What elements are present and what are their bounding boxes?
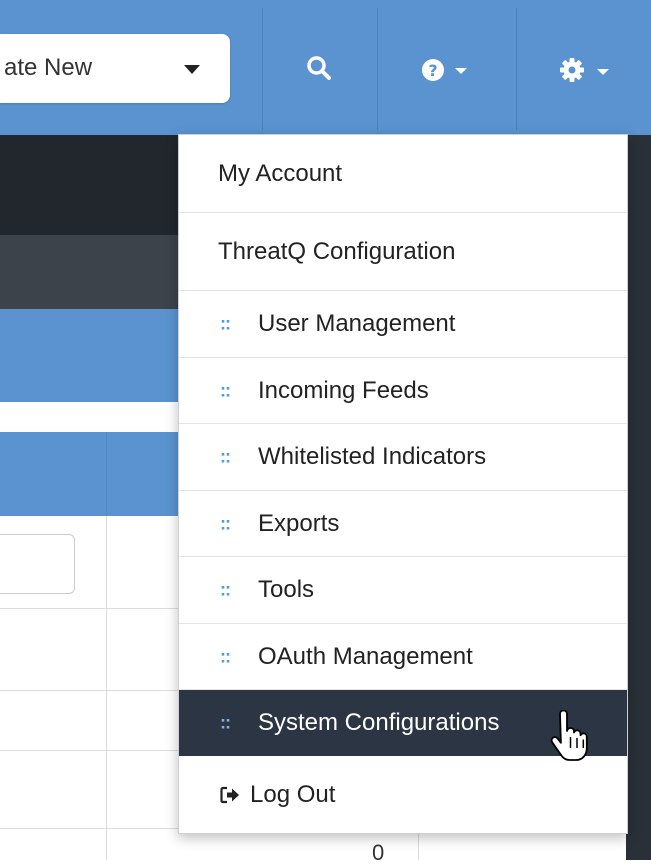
help-menu-button[interactable]: ? — [378, 8, 516, 130]
menu-item-whitelisted-indicators[interactable]: :: Whitelisted Indicators — [179, 424, 627, 491]
submenu-bullet-icon: :: — [220, 313, 231, 334]
search-icon — [307, 56, 331, 80]
create-new-label: ate New — [4, 54, 93, 81]
caret-down-icon — [455, 68, 467, 74]
hand-pointer-icon — [550, 710, 588, 761]
menu-item-label: Exports — [258, 509, 340, 537]
menu-item-oauth-management[interactable]: :: OAuth Management — [179, 624, 627, 690]
menu-item-exports[interactable]: :: Exports — [179, 491, 627, 557]
submenu-bullet-icon: :: — [220, 380, 231, 400]
menu-item-label: My Account — [218, 159, 343, 187]
gear-icon — [560, 58, 584, 82]
menu-item-log-out[interactable]: Log Out — [179, 756, 627, 833]
menu-item-label: Whitelisted Indicators — [258, 443, 487, 470]
menu-item-tools[interactable]: :: Tools — [179, 557, 627, 624]
search-button[interactable] — [263, 8, 377, 130]
table-column-line — [106, 516, 107, 860]
submenu-bullet-icon: :: — [220, 513, 231, 533]
submenu-bullet-icon: :: — [220, 646, 231, 666]
create-new-select[interactable]: ate New — [0, 34, 230, 103]
submenu-bullet-icon: :: — [220, 579, 231, 600]
page-right-edge — [626, 135, 651, 860]
menu-item-label: OAuth Management — [258, 642, 473, 670]
settings-menu-button[interactable] — [517, 8, 651, 130]
table-filter-input[interactable] — [0, 534, 75, 594]
caret-down-icon — [597, 69, 609, 75]
menu-item-label: ThreatQ Configuration — [218, 237, 456, 265]
menu-item-label: Tools — [258, 576, 315, 603]
table-header-divider — [106, 432, 107, 516]
svg-text:?: ? — [428, 61, 437, 80]
menu-item-label: Log Out — [250, 780, 336, 808]
caret-down-icon — [184, 65, 200, 74]
menu-item-my-account[interactable]: My Account — [179, 135, 627, 213]
submenu-bullet-icon: :: — [220, 712, 231, 733]
menu-item-user-management[interactable]: :: User Management — [179, 291, 627, 358]
submenu-bullet-icon: :: — [220, 446, 231, 467]
menu-item-label: User Management — [258, 310, 456, 337]
menu-item-label: Incoming Feeds — [258, 376, 429, 404]
sign-out-icon — [220, 786, 239, 804]
menu-item-incoming-feeds[interactable]: :: Incoming Feeds — [179, 358, 627, 424]
question-circle-icon: ? — [422, 59, 444, 81]
menu-item-threatq-configuration[interactable]: ThreatQ Configuration — [179, 213, 627, 291]
menu-item-label: System Configurations — [258, 709, 500, 736]
table-cell-value: 0 — [372, 840, 385, 865]
